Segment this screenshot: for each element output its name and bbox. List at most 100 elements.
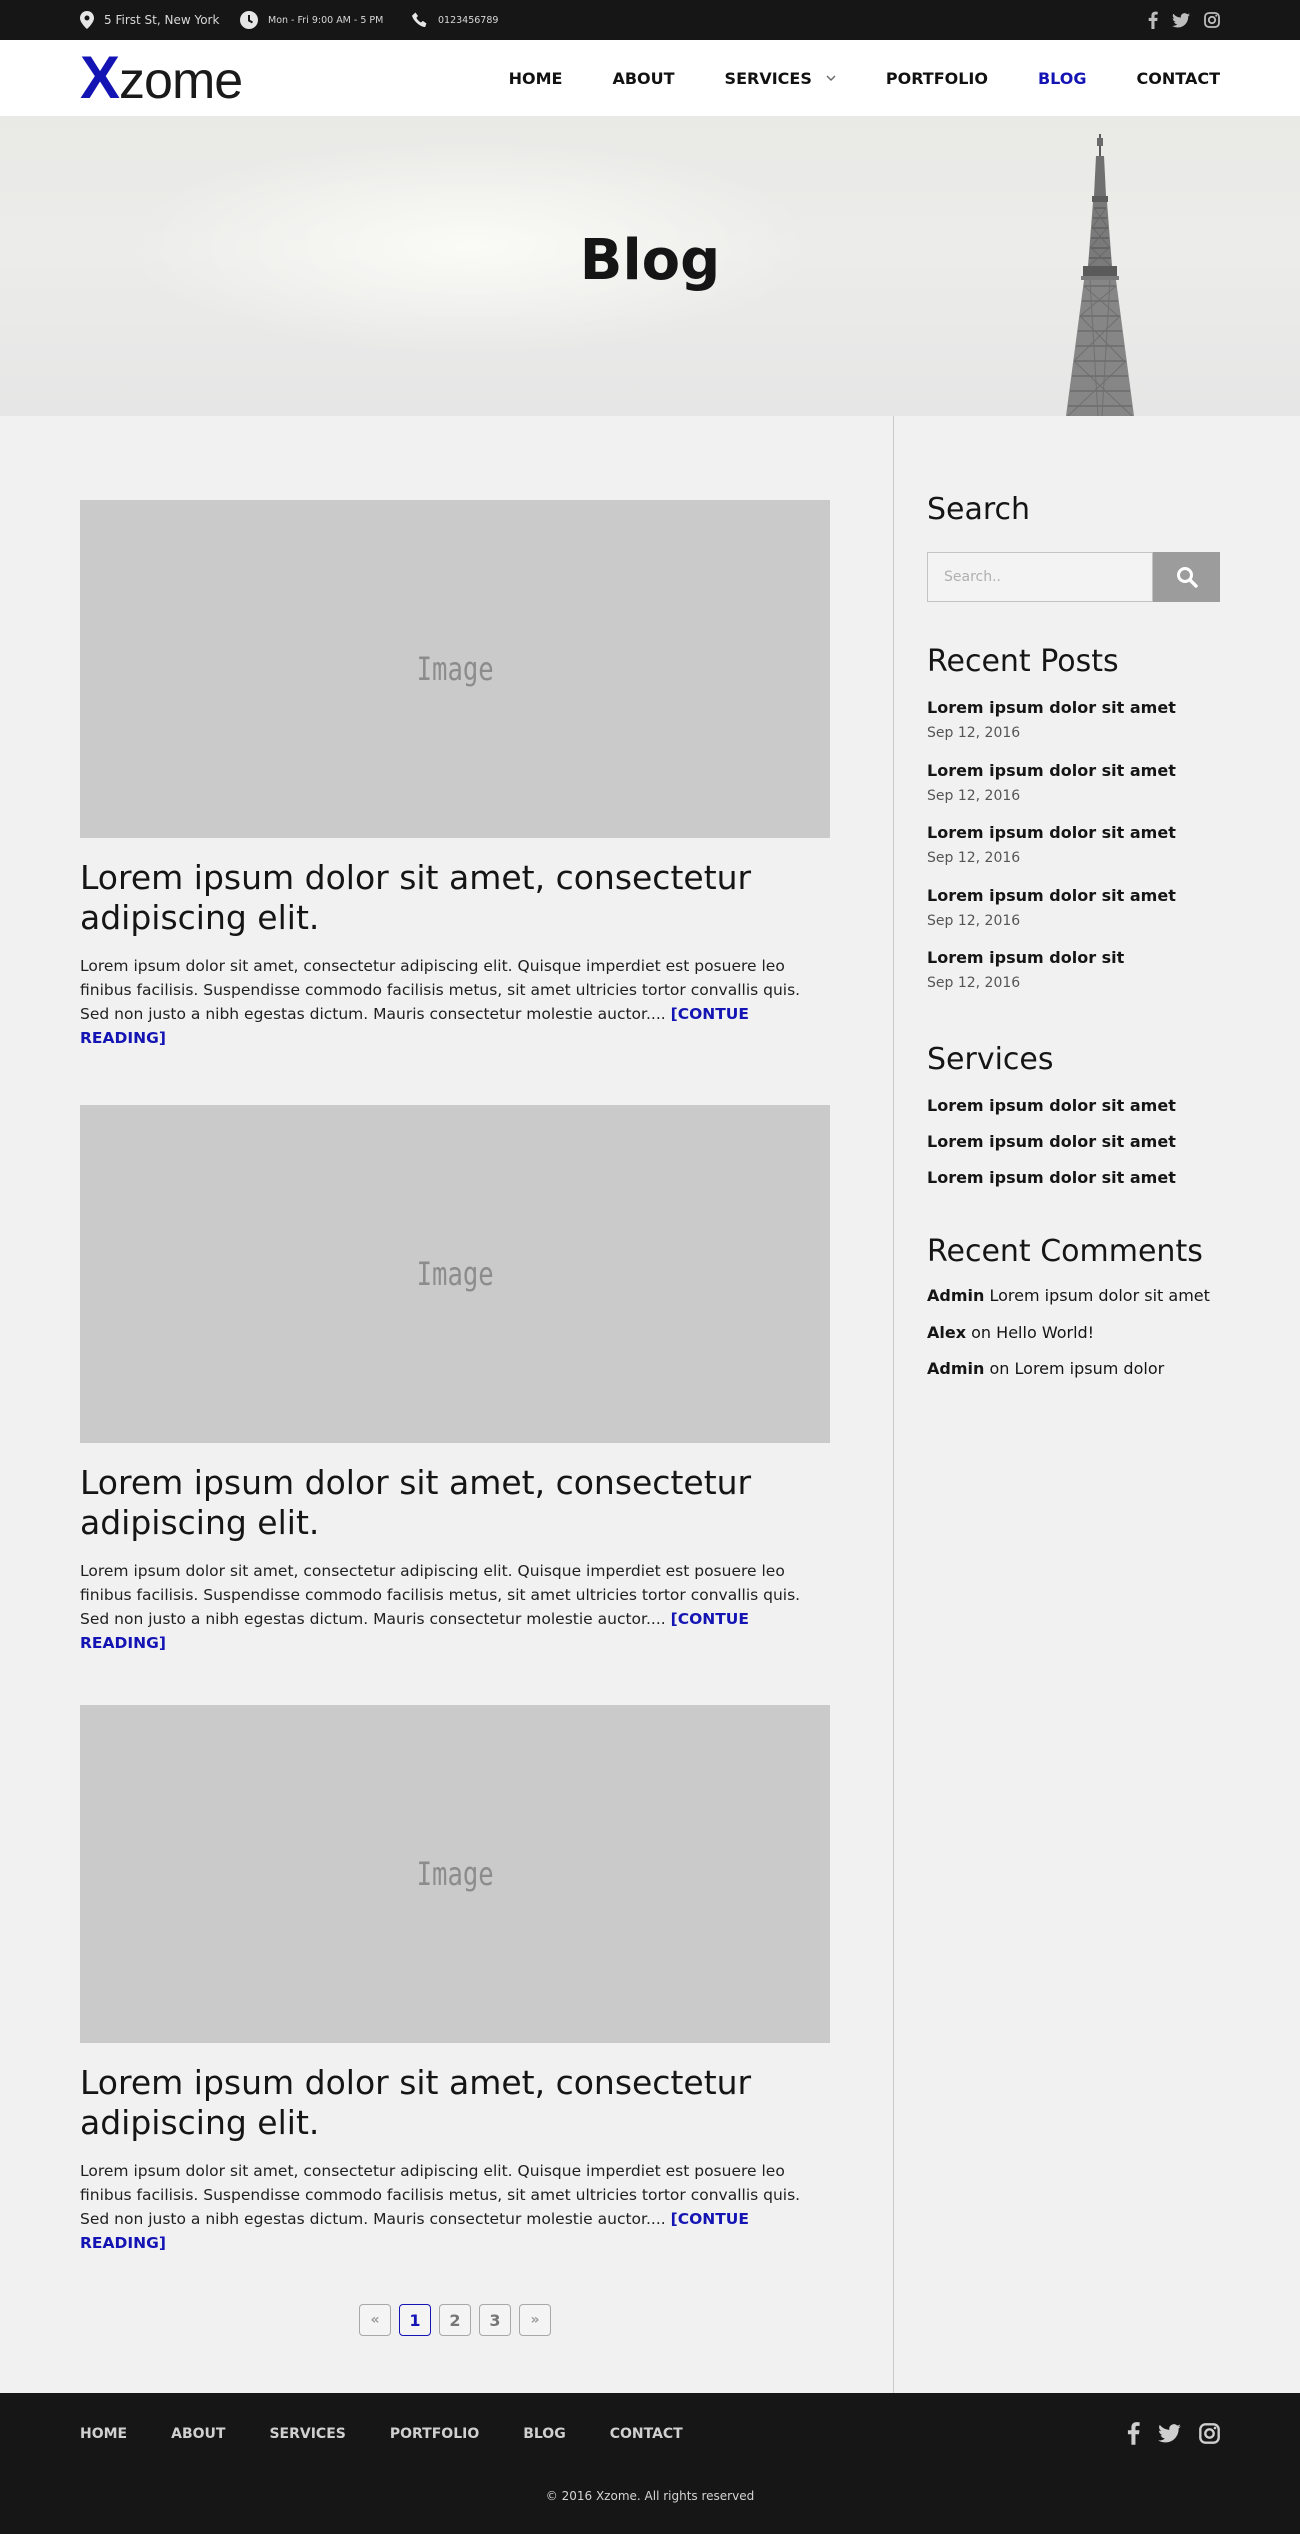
comment-author[interactable]: Alex [927, 1323, 966, 1342]
nav-contact[interactable]: CONTACT [1137, 69, 1220, 88]
service-link[interactable]: Lorem ipsum dolor sit amet [927, 1096, 1176, 1115]
comment-post-link[interactable]: Lorem ipsum dolor [1015, 1359, 1165, 1378]
recent-post-date: Sep 12, 2016 [927, 725, 1021, 741]
recent-posts-title: Recent Posts [927, 644, 1119, 679]
location-pin-icon [80, 11, 94, 29]
recent-post-link[interactable]: Lorem ipsum dolor sit amet [927, 823, 1220, 842]
comment-post-link[interactable]: Hello World! [996, 1323, 1094, 1342]
main-nav: HOME ABOUT SERVICES PORTFOLIO BLOG CONTA… [459, 40, 1220, 116]
pagination-next-button[interactable]: » [519, 2304, 551, 2336]
recent-comments-title: Recent Comments [927, 1234, 1203, 1269]
page-hero: Blog [0, 116, 1300, 416]
pagination-page-2[interactable]: 2 [439, 2304, 471, 2336]
sidebar-divider [893, 416, 894, 2394]
post-title[interactable]: Lorem ipsum dolor sit amet, consectetur … [80, 1463, 830, 1543]
post-title[interactable]: Lorem ipsum dolor sit amet, consectetur … [80, 858, 830, 938]
footer-social [1127, 2421, 1220, 2445]
site-footer: HOME ABOUT SERVICES PORTFOLIO BLOG CONTA… [0, 2393, 1300, 2534]
page-title: Blog [579, 228, 721, 293]
recent-post-link[interactable]: Lorem ipsum dolor sit amet [927, 761, 1220, 780]
pagination-page-1[interactable]: 1 [399, 2304, 431, 2336]
comment-post-link[interactable]: Lorem ipsum dolor sit amet [989, 1286, 1209, 1305]
instagram-icon[interactable] [1199, 2422, 1220, 2444]
footer-nav-home[interactable]: HOME [80, 2426, 127, 2442]
comment-joiner: on [971, 1323, 992, 1342]
post-image[interactable]: Image [80, 1705, 830, 2043]
comment-item: Admin Lorem ipsum dolor sit amet [927, 1286, 1210, 1305]
nav-services[interactable]: SERVICES [725, 69, 836, 88]
blog-post: Image Lorem ipsum dolor sit amet, consec… [80, 1105, 830, 1655]
service-link[interactable]: Lorem ipsum dolor sit amet [927, 1168, 1176, 1187]
logo[interactable]: Xzome [80, 48, 243, 111]
hours-text: Mon - Fri 9:00 AM - 5 PM [268, 14, 384, 26]
instagram-icon[interactable] [1204, 12, 1220, 28]
blog-post: Image Lorem ipsum dolor sit amet, consec… [80, 1705, 830, 2255]
phone-text: 0123456789 [438, 14, 499, 26]
search-form [927, 552, 1220, 602]
site-header: Xzome HOME ABOUT SERVICES PORTFOLIO BLOG… [0, 40, 1300, 116]
recent-post-date: Sep 12, 2016 [927, 913, 1021, 929]
image-placeholder-label: Image [416, 650, 494, 688]
image-placeholder-label: Image [416, 1255, 494, 1293]
recent-post-item: Lorem ipsum dolor sit amet Sep 12, 2016 [927, 886, 1220, 929]
post-image[interactable]: Image [80, 500, 830, 838]
address-info: 5 First St, New York [80, 0, 219, 40]
nav-home[interactable]: HOME [509, 69, 563, 88]
nav-about[interactable]: ABOUT [612, 69, 674, 88]
post-excerpt: Lorem ipsum dolor sit amet, consectetur … [80, 1559, 830, 1655]
image-placeholder-label: Image [416, 1855, 494, 1893]
facebook-icon[interactable] [1127, 2421, 1140, 2445]
chevron-down-icon [826, 75, 836, 81]
hours-info: Mon - Fri 9:00 AM - 5 PM [240, 0, 383, 40]
recent-post-item: Lorem ipsum dolor sit Sep 12, 2016 [927, 948, 1220, 991]
post-title[interactable]: Lorem ipsum dolor sit amet, consectetur … [80, 2063, 830, 2143]
comment-author[interactable]: Admin [927, 1286, 984, 1305]
logo-text: zome [119, 52, 243, 110]
recent-post-link[interactable]: Lorem ipsum dolor sit amet [927, 698, 1220, 717]
blog-post: Image Lorem ipsum dolor sit amet, consec… [80, 500, 830, 1050]
footer-nav-portfolio[interactable]: PORTFOLIO [390, 2426, 479, 2442]
pagination-prev-button[interactable]: « [359, 2304, 391, 2336]
footer-nav-contact[interactable]: CONTACT [610, 2426, 683, 2442]
topbar-social [1148, 0, 1220, 40]
footer-nav: HOME ABOUT SERVICES PORTFOLIO BLOG CONTA… [80, 2426, 727, 2442]
clock-icon [240, 11, 258, 29]
address-text: 5 First St, New York [104, 13, 220, 27]
recent-post-date: Sep 12, 2016 [927, 788, 1021, 804]
logo-initial: X [80, 44, 120, 111]
nav-services-label: SERVICES [724, 68, 812, 88]
top-info-bar: 5 First St, New York Mon - Fri 9:00 AM -… [0, 0, 1300, 40]
post-image[interactable]: Image [80, 1105, 830, 1443]
recent-post-link[interactable]: Lorem ipsum dolor sit amet [927, 886, 1220, 905]
comment-item: Alex on Hello World! [927, 1323, 1094, 1342]
services-widget-title: Services [927, 1042, 1054, 1077]
post-excerpt: Lorem ipsum dolor sit amet, consectetur … [80, 954, 830, 1050]
recent-post-item: Lorem ipsum dolor sit amet Sep 12, 2016 [927, 698, 1220, 741]
phone-info: 0123456789 [412, 0, 498, 40]
pagination: « 1 2 3 » [359, 2304, 551, 2336]
recent-post-item: Lorem ipsum dolor sit amet Sep 12, 2016 [927, 761, 1220, 804]
facebook-icon[interactable] [1148, 11, 1158, 29]
copyright-text: © 2016 Xzome. All rights reserved [545, 2489, 755, 2503]
twitter-icon[interactable] [1158, 2423, 1181, 2443]
twitter-icon[interactable] [1172, 12, 1190, 28]
search-input[interactable] [927, 552, 1153, 602]
search-button[interactable] [1153, 552, 1220, 602]
footer-nav-blog[interactable]: BLOG [523, 2426, 566, 2442]
footer-nav-services[interactable]: SERVICES [269, 2426, 345, 2442]
search-icon [1176, 567, 1198, 588]
service-link[interactable]: Lorem ipsum dolor sit amet [927, 1132, 1176, 1151]
nav-blog[interactable]: BLOG [1038, 69, 1087, 88]
search-widget-title: Search [927, 492, 1031, 527]
recent-post-date: Sep 12, 2016 [927, 975, 1021, 991]
pagination-page-3[interactable]: 3 [479, 2304, 511, 2336]
post-excerpt: Lorem ipsum dolor sit amet, consectetur … [80, 2159, 830, 2255]
phone-icon [412, 12, 427, 27]
nav-portfolio[interactable]: PORTFOLIO [886, 69, 988, 88]
recent-post-link[interactable]: Lorem ipsum dolor sit [927, 948, 1220, 967]
comment-author[interactable]: Admin [927, 1359, 984, 1378]
footer-nav-about[interactable]: ABOUT [171, 2426, 225, 2442]
comment-item: Admin on Lorem ipsum dolor [927, 1359, 1164, 1378]
recent-post-item: Lorem ipsum dolor sit amet Sep 12, 2016 [927, 823, 1220, 866]
comment-joiner: on [989, 1359, 1010, 1378]
